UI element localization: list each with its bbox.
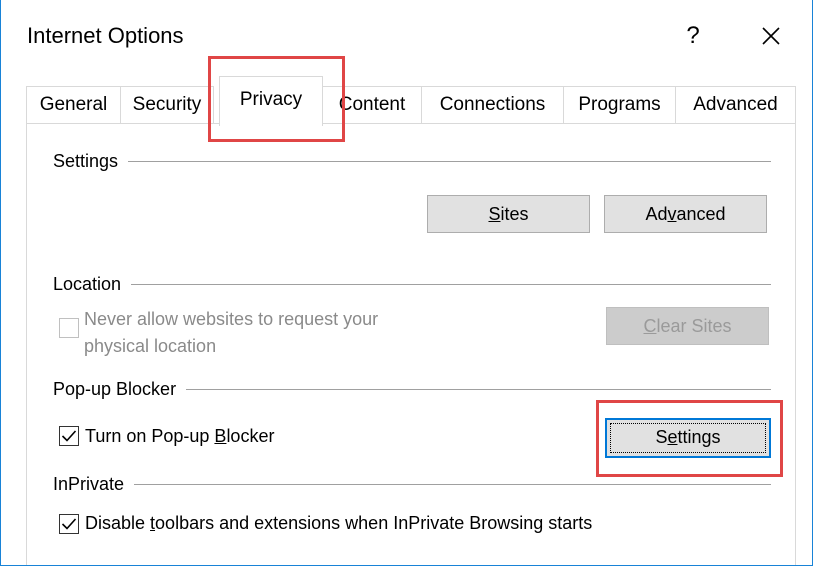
inprivate-group-label: InPrivate bbox=[53, 472, 135, 496]
tab-general[interactable]: General bbox=[26, 86, 121, 124]
inprivate-group-line bbox=[53, 484, 771, 485]
settings-group-label: Settings bbox=[53, 149, 129, 173]
title-bar: Internet Options ? bbox=[1, 0, 812, 74]
disable-toolbars-checkbox[interactable] bbox=[59, 514, 79, 534]
tab-programs[interactable]: Programs bbox=[563, 86, 676, 124]
window-title: Internet Options bbox=[27, 23, 184, 48]
turn-on-popup-blocker-checkbox[interactable] bbox=[59, 426, 79, 446]
popup-group-label: Pop-up Blocker bbox=[53, 377, 187, 401]
inprivate-label-pre: Disable bbox=[85, 513, 151, 533]
tab-security[interactable]: Security bbox=[120, 86, 214, 124]
advanced-button-label-pre: Ad bbox=[645, 204, 668, 224]
check-icon bbox=[61, 518, 77, 530]
popup-label-post: locker bbox=[226, 426, 275, 446]
check-icon bbox=[61, 430, 77, 442]
popup-settings-button[interactable]: Settings bbox=[605, 418, 771, 458]
location-group-line bbox=[53, 284, 771, 285]
sites-button-accelerator: S bbox=[488, 204, 501, 224]
tab-connections[interactable]: Connections bbox=[421, 86, 564, 124]
popup-label-pre: Turn on Pop-up bbox=[85, 426, 215, 446]
focus-ring bbox=[610, 423, 766, 453]
help-button[interactable]: ? bbox=[673, 16, 713, 56]
tab-privacy[interactable]: Privacy bbox=[219, 76, 323, 126]
tab-advanced[interactable]: Advanced bbox=[675, 86, 796, 124]
never-allow-location-label-line2: physical location bbox=[84, 336, 217, 356]
advanced-button[interactable]: Advanced bbox=[604, 195, 767, 233]
popup-label-accelerator: B bbox=[214, 426, 227, 446]
tab-content[interactable]: Content bbox=[322, 86, 422, 124]
close-icon bbox=[762, 27, 780, 45]
clear-sites-accelerator: C bbox=[643, 316, 657, 336]
never-allow-location-label-line1: Never allow websites to request your bbox=[84, 309, 379, 329]
sites-button[interactable]: Sites bbox=[427, 195, 590, 233]
disable-toolbars-label: Disable toolbars and extensions when InP… bbox=[85, 511, 592, 535]
location-group-label: Location bbox=[53, 272, 132, 296]
internet-options-dialog: Internet Options ? General Security Priv… bbox=[0, 0, 813, 566]
never-allow-location-checkbox[interactable] bbox=[59, 318, 79, 338]
settings-group-line bbox=[53, 161, 771, 162]
turn-on-popup-blocker-label: Turn on Pop-up Blocker bbox=[85, 424, 274, 448]
inprivate-label-post: oolbars and extensions when InPrivate Br… bbox=[155, 513, 593, 533]
clear-sites-label-post: lear Sites bbox=[656, 316, 732, 336]
sites-button-label-post: ites bbox=[500, 204, 529, 224]
close-button[interactable] bbox=[749, 16, 793, 56]
clear-sites-button[interactable]: Clear Sites bbox=[606, 307, 769, 345]
advanced-button-label-post: anced bbox=[676, 204, 726, 224]
